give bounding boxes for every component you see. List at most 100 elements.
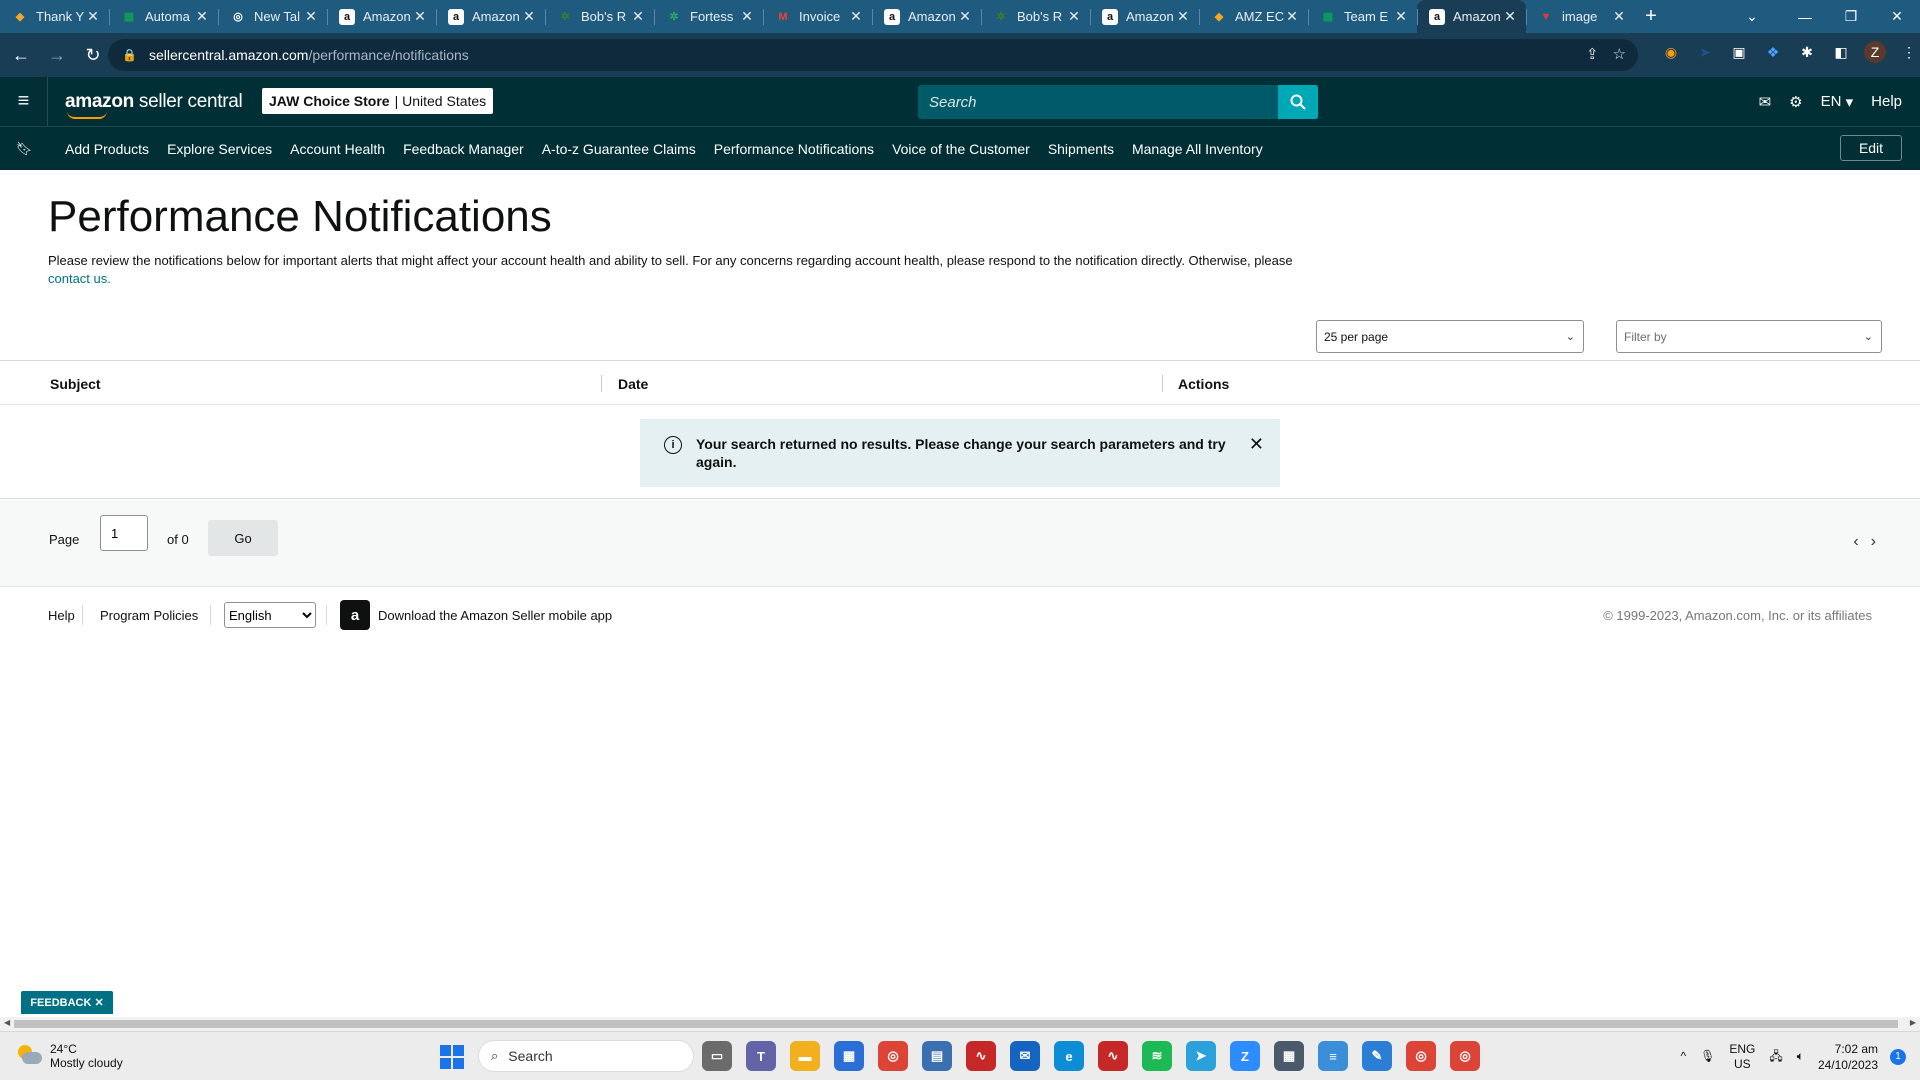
calculator-icon[interactable]: ▦: [1274, 1041, 1304, 1071]
microphone-icon[interactable]: 🎙︎: [1700, 1049, 1715, 1064]
mail-icon[interactable]: ✉: [1759, 93, 1772, 111]
nav-link-performance-notifications[interactable]: Performance Notifications: [714, 141, 874, 157]
browser-tab[interactable]: ✲ Bob's R ✕: [545, 0, 654, 33]
chevron-up-icon[interactable]: ^: [1680, 1049, 1686, 1064]
search-input[interactable]: [929, 93, 1318, 111]
nav-link-explore-services[interactable]: Explore Services: [167, 141, 272, 157]
close-tab-icon[interactable]: ✕: [521, 8, 537, 25]
notifications-badge[interactable]: 1: [1890, 1048, 1906, 1065]
back-button[interactable]: ←: [6, 40, 36, 70]
contact-us-link[interactable]: contact us.: [48, 271, 111, 286]
edit-nav-button[interactable]: Edit: [1840, 135, 1902, 161]
chrome-icon[interactable]: ◎: [878, 1041, 908, 1071]
close-tab-icon[interactable]: ✕: [630, 8, 646, 25]
network-icon[interactable]: 🖧︎: [1769, 1049, 1782, 1064]
teams-icon[interactable]: T: [746, 1041, 776, 1071]
taskbar-search[interactable]: ⌕ Search: [478, 1040, 694, 1072]
telegram-icon[interactable]: ➤: [1186, 1041, 1216, 1071]
scrollbar-thumb[interactable]: [14, 1020, 1898, 1028]
url-omnibox[interactable]: 🔒 sellercentral.amazon.com/performance/n…: [108, 39, 1638, 71]
scroll-left-icon[interactable]: ◀: [4, 1018, 10, 1027]
chrome-menu-icon[interactable]: ⋮: [1898, 41, 1920, 63]
close-tab-icon[interactable]: ✕: [85, 8, 101, 25]
chrome-icon[interactable]: ◎: [1450, 1041, 1480, 1071]
task-view-icon[interactable]: ▭: [702, 1041, 732, 1071]
chart-app-icon[interactable]: ∿: [1098, 1041, 1128, 1071]
close-tab-icon[interactable]: ✕: [1502, 8, 1518, 25]
browser-tab[interactable]: ✲ Bob's R ✕: [981, 0, 1090, 33]
store-icon[interactable]: ▦: [834, 1041, 864, 1071]
column-header-date[interactable]: Date: [618, 376, 648, 392]
close-tab-icon[interactable]: ✕: [1175, 8, 1191, 25]
windows-start-icon[interactable]: [440, 1045, 464, 1069]
share-icon[interactable]: ⇪: [1586, 45, 1599, 63]
chevron-left-icon[interactable]: ‹: [1853, 533, 1858, 551]
bookmark-icon[interactable]: 🔖︎: [0, 141, 48, 157]
nav-link-shipments[interactable]: Shipments: [1048, 141, 1114, 157]
paint-icon[interactable]: ✎: [1362, 1041, 1392, 1071]
browser-tab[interactable]: ◎ New Tal ✕: [218, 0, 327, 33]
per-page-select[interactable]: 25 per page ⌄: [1316, 320, 1584, 353]
page-number-input[interactable]: [100, 515, 148, 551]
close-tab-icon[interactable]: ✕: [1611, 8, 1627, 25]
browser-tab[interactable]: a Amazon ✕: [436, 0, 545, 33]
browser-tab[interactable]: a Amazon ✕: [1090, 0, 1199, 33]
weather-widget[interactable]: 24°C Mostly cloudy: [16, 1042, 123, 1070]
extension-circle-icon[interactable]: ◉: [1660, 41, 1682, 63]
browser-tab[interactable]: ▦ Automa ✕: [109, 0, 218, 33]
nav-link-add-products[interactable]: Add Products: [65, 141, 149, 157]
close-tab-icon[interactable]: ✕: [739, 8, 755, 25]
close-tab-icon[interactable]: ✕: [848, 8, 864, 25]
close-tab-icon[interactable]: ✕: [303, 8, 319, 25]
browser-tab[interactable]: a Amazon ✕: [872, 0, 981, 33]
edge-icon[interactable]: e: [1054, 1041, 1084, 1071]
browser-tab[interactable]: ✲ Fortess ✕: [654, 0, 763, 33]
tab-search-chevron-icon[interactable]: ⌄: [1722, 0, 1782, 33]
reload-button[interactable]: ↻: [78, 40, 108, 70]
spotify-icon[interactable]: ≋: [1142, 1041, 1172, 1071]
remote-desktop-icon[interactable]: ▤: [922, 1041, 952, 1071]
browser-tab[interactable]: ◆ AMZ EC ✕: [1199, 0, 1308, 33]
extension-arrow-icon[interactable]: ➤: [1694, 41, 1716, 63]
footer-help-link[interactable]: Help: [48, 608, 75, 623]
speaker-icon[interactable]: 🔈︎: [1797, 1049, 1804, 1064]
browser-tab[interactable]: a Amazon ✕: [327, 0, 436, 33]
zoom-icon[interactable]: Z: [1230, 1041, 1260, 1071]
column-header-subject[interactable]: Subject: [50, 376, 101, 392]
bookmark-star-icon[interactable]: ☆: [1613, 45, 1626, 63]
hamburger-menu-icon[interactable]: ≡: [0, 77, 48, 126]
help-link[interactable]: Help: [1871, 93, 1902, 110]
chrome-icon[interactable]: ◎: [1406, 1041, 1436, 1071]
forward-button[interactable]: →: [42, 40, 72, 70]
language-selector[interactable]: EN ▾: [1821, 93, 1854, 111]
side-panel-icon[interactable]: ◧: [1830, 41, 1852, 63]
search-button[interactable]: [1278, 85, 1318, 119]
close-tab-icon[interactable]: ✕: [1393, 8, 1409, 25]
new-tab-button[interactable]: +: [1635, 0, 1667, 33]
close-icon[interactable]: ✕: [1249, 434, 1264, 455]
extensions-puzzle-icon[interactable]: ✱: [1796, 41, 1818, 63]
nav-link-feedback-manager[interactable]: Feedback Manager: [403, 141, 524, 157]
seller-central-logo[interactable]: amazon seller central: [65, 91, 243, 119]
nav-link-manage-all-inventory[interactable]: Manage All Inventory: [1132, 141, 1263, 157]
browser-tab[interactable]: ▦ Team E ✕: [1308, 0, 1417, 33]
clock[interactable]: 7:02 am 24/10/2023: [1818, 1041, 1878, 1073]
browser-tab[interactable]: ▼ image ✕: [1526, 0, 1635, 33]
chevron-right-icon[interactable]: ›: [1871, 533, 1876, 551]
close-tab-icon[interactable]: ✕: [957, 8, 973, 25]
notepad-icon[interactable]: ≡: [1318, 1041, 1348, 1071]
download-app-link[interactable]: Download the Amazon Seller mobile app: [378, 608, 612, 623]
go-button[interactable]: Go: [208, 520, 278, 556]
close-tab-icon[interactable]: ✕: [412, 8, 428, 25]
nav-link-account-health[interactable]: Account Health: [290, 141, 385, 157]
gear-icon[interactable]: ⚙: [1789, 93, 1802, 111]
browser-tab[interactable]: a Amazon ✕: [1417, 0, 1526, 33]
chart-app-icon[interactable]: ∿: [966, 1041, 996, 1071]
profile-avatar[interactable]: Z: [1864, 41, 1886, 63]
restore-button[interactable]: ❐: [1828, 0, 1874, 33]
mail-icon[interactable]: ✉: [1010, 1041, 1040, 1071]
nav-link-voice-of-the-customer[interactable]: Voice of the Customer: [892, 141, 1030, 157]
amazon-app-icon[interactable]: a: [340, 600, 370, 630]
footer-language-select[interactable]: English: [224, 602, 316, 628]
store-switcher[interactable]: JAW Choice Store | United States: [262, 88, 494, 114]
